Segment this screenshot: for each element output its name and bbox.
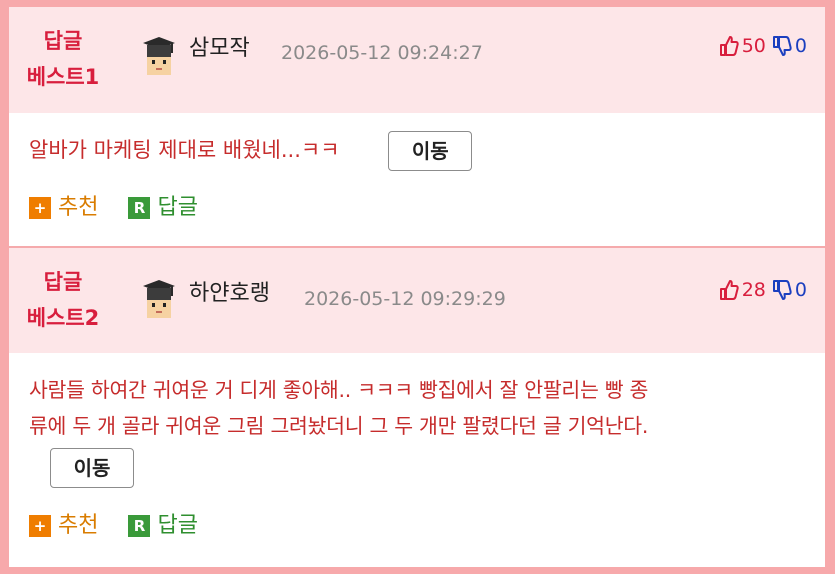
comment-actions: + 추천 R 답글 [29, 193, 198, 223]
comment-body: 알바가 마케팅 제대로 배웠네...ㅋㅋ 이동 [29, 131, 473, 171]
reply-label: 답글 [157, 513, 198, 538]
recommend-button[interactable]: + 추천 [29, 193, 98, 223]
avatar-icon[interactable] [137, 276, 181, 320]
thumbs-up-icon[interactable] [719, 279, 739, 301]
best-reply-badge: 답글 베스트1 [9, 23, 117, 95]
recommend-label: 추천 [58, 195, 99, 220]
comment-text-line1: 사람들 하여간 귀여운 거 디게 좋아해.. ㅋㅋㅋ 빵집에서 잘 안팔리는 빵… [29, 378, 649, 402]
comment-text: 알바가 마케팅 제대로 배웠네...ㅋㅋ [29, 138, 340, 162]
comment-item: 답글 베스트2 하얀호랭 2026-05-12 09:29:29 28 0 사람… [9, 248, 825, 567]
best-reply-badge: 답글 베스트2 [9, 264, 117, 336]
downvote-count: 0 [794, 279, 807, 301]
best-label-line2: 베스트2 [26, 306, 100, 330]
reply-button[interactable]: R 답글 [128, 511, 198, 541]
thumbs-up-icon[interactable] [719, 35, 739, 57]
comment-body: 사람들 하여간 귀여운 거 디게 좋아해.. ㅋㅋㅋ 빵집에서 잘 안팔리는 빵… [29, 372, 819, 444]
move-button-row: 이동 [50, 448, 134, 488]
comment-list: 답글 베스트1 삼모작 2026-05-12 09:24:27 50 0 알바가… [9, 7, 825, 567]
upvote-count: 28 [741, 279, 766, 301]
reply-button[interactable]: R 답글 [128, 193, 198, 223]
timestamp: 2026-05-12 09:24:27 [281, 42, 483, 64]
nickname[interactable]: 하얀호랭 [189, 279, 270, 309]
recommend-label: 추천 [58, 513, 99, 538]
vote-area: 50 0 [719, 33, 807, 59]
comment-actions: + 추천 R 답글 [29, 511, 198, 541]
comment-item: 답글 베스트1 삼모작 2026-05-12 09:24:27 50 0 알바가… [9, 7, 825, 247]
best-label-line1: 답글 [43, 29, 83, 53]
plus-icon: + [29, 197, 51, 219]
downvote-count: 0 [794, 35, 807, 57]
move-button[interactable]: 이동 [388, 131, 473, 171]
thumbs-down-icon[interactable] [772, 279, 792, 301]
reply-icon: R [128, 197, 151, 219]
timestamp: 2026-05-12 09:29:29 [304, 288, 506, 310]
thumbs-down-icon[interactable] [772, 35, 792, 57]
best-label-line1: 답글 [43, 270, 83, 294]
comment-header: 답글 베스트2 하얀호랭 2026-05-12 09:29:29 28 0 [9, 248, 825, 353]
avatar-icon[interactable] [137, 33, 181, 77]
plus-icon: + [29, 515, 51, 537]
reply-label: 답글 [157, 195, 198, 220]
comment-text-line2: 류에 두 개 골라 귀여운 그림 그려놨더니 그 두 개만 팔렸다던 글 기억난… [29, 414, 649, 438]
move-button[interactable]: 이동 [50, 448, 134, 488]
nickname[interactable]: 삼모작 [189, 34, 250, 64]
reply-icon: R [128, 515, 151, 537]
comment-header: 답글 베스트1 삼모작 2026-05-12 09:24:27 50 0 [9, 7, 825, 113]
vote-area: 28 0 [719, 277, 807, 303]
best-label-line2: 베스트1 [26, 65, 100, 89]
recommend-button[interactable]: + 추천 [29, 511, 98, 541]
upvote-count: 50 [741, 35, 766, 57]
